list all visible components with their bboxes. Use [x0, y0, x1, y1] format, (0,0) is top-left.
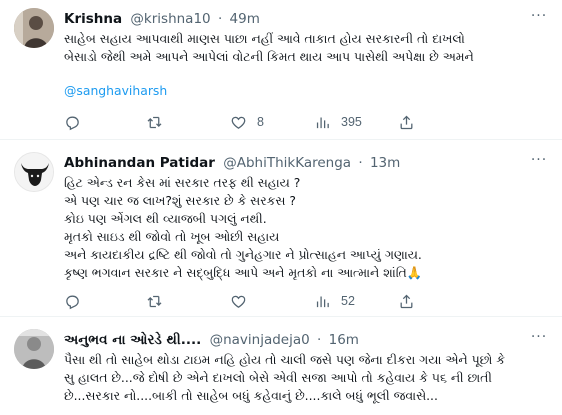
more-icon: ···: [530, 8, 548, 24]
more-options-button[interactable]: ···: [528, 329, 550, 347]
share-button[interactable]: [398, 291, 415, 311]
avatar-photo: [14, 8, 54, 48]
like-button[interactable]: [230, 291, 247, 311]
timestamp[interactable]: 49m: [230, 11, 260, 27]
tweet-header: Krishna @krishna10 · 49m: [64, 10, 522, 28]
tweet-text: સાહેબ સહાય આપવાથી માણસ પાછા નહીં આવે તાક…: [64, 30, 550, 100]
display-name[interactable]: Abhinandan Patidar: [64, 155, 215, 171]
more-options-button[interactable]: ···: [528, 152, 550, 170]
tweet-text-line: મૃતકો સાઇડ થી જોવો તો ખૂબ ઓછી સહાય: [64, 229, 280, 244]
tweet-feed: Krishna @krishna10 · 49m ··· સાહેબ સહાય …: [0, 0, 562, 415]
tweet-text-line: કૃષ્ણ ભગવાન સરકાર ને સદ્બુદ્ધિ આપે અને મ…: [64, 265, 423, 280]
tweet-text-line: બેસાડો જેથી અમે આપને આપેલાં વોટની કિમત થ…: [64, 49, 474, 64]
tweet-text: પૈસા થી તો સાહેબ થોડા ટાઇમ નહિ હોય તો ચા…: [64, 351, 550, 405]
retweet-button[interactable]: [146, 291, 173, 311]
retweet-icon: [147, 116, 162, 128]
avatar[interactable]: [14, 8, 54, 48]
display-name[interactable]: Krishna: [64, 11, 122, 27]
reply-icon: [66, 295, 79, 309]
tweet-text-line: સુ હાલત છે...જે દોષી છે એને દાખલો બેસે એ…: [64, 370, 492, 385]
reply-button[interactable]: [64, 291, 91, 311]
tweet-actions: 52: [58, 291, 458, 311]
avatar[interactable]: [14, 329, 54, 369]
tweet-actions: 8 395: [58, 112, 458, 132]
views-button[interactable]: 395: [314, 112, 362, 132]
avatar[interactable]: [14, 152, 54, 192]
tweet-text-line: હિટ એન્ડ રન કેસ માં સરકાર તરફ થી સહાય ?: [64, 175, 301, 190]
tweet-text-line: એ પણ ચાર જ લાખ?શું સરકાર છે કે સરકસ ?: [64, 193, 296, 208]
more-options-button[interactable]: ···: [528, 8, 550, 26]
tweet-text: હિટ એન્ડ રન કેસ માં સરકાર તરફ થી સહાય ? …: [64, 174, 550, 282]
like-icon: [231, 295, 246, 308]
views-button[interactable]: 52: [314, 291, 355, 311]
separator-dot: ·: [217, 11, 223, 27]
tweet-header: Abhinandan Patidar @AbhiThikKarenga · 13…: [64, 154, 522, 172]
like-icon: [231, 116, 246, 129]
tweet-text-line: સાહેબ સહાય આપવાથી માણસ પાછા નહીં આવે તાક…: [64, 31, 465, 46]
user-handle[interactable]: @AbhiThikKarenga: [223, 155, 351, 171]
tweet-header: અનુભવ ના ઓરડે થી.... @navinjadeja0 · 16m: [64, 331, 522, 349]
separator-dot: ·: [317, 332, 322, 348]
tweet-text-line: છે...સરકાર નો....બાકી તો સાહેબ બધું કહેવ…: [64, 388, 438, 403]
share-icon: [400, 294, 413, 308]
tweet[interactable]: અનુભવ ના ઓરડે થી.... @navinjadeja0 · 16m…: [0, 317, 562, 415]
retweet-icon: [147, 295, 162, 307]
like-button[interactable]: 8: [230, 112, 264, 132]
tweet-text-line: કોઇ પણ એંગલ થી વ્યાજબી પગલું નથી.: [64, 211, 267, 226]
tweet[interactable]: Abhinandan Patidar @AbhiThikKarenga · 13…: [0, 140, 562, 317]
reply-icon: [66, 116, 79, 130]
share-icon: [400, 115, 413, 129]
user-handle[interactable]: @krishna10: [130, 11, 210, 27]
more-icon: ···: [530, 329, 548, 345]
tweet-text-line: પૈસા થી તો સાહેબ થોડા ટાઇમ નહિ હોય તો ચા…: [64, 352, 505, 367]
bull-logo-avatar: [15, 153, 53, 191]
share-button[interactable]: [398, 112, 415, 132]
separator-dot: ·: [358, 155, 363, 171]
display-name[interactable]: અનુભવ ના ઓરડે થી....: [64, 332, 201, 348]
tweet-text-line: અને કાયદાકીય દ્રષ્ટિ થી જોવો તો ગુનેહગાર…: [64, 247, 422, 262]
tweet[interactable]: Krishna @krishna10 · 49m ··· સાહેબ સહાય …: [0, 0, 562, 140]
avatar-photo: [14, 329, 54, 369]
timestamp[interactable]: 16m: [329, 332, 359, 348]
retweet-button[interactable]: [146, 112, 173, 132]
reply-button[interactable]: [64, 112, 91, 132]
user-handle[interactable]: @navinjadeja0: [210, 332, 310, 348]
timestamp[interactable]: 13m: [370, 155, 400, 171]
more-icon: ···: [530, 152, 548, 168]
views-icon: [316, 296, 329, 307]
views-icon: [316, 117, 329, 128]
mention-link[interactable]: @sanghaviharsh: [64, 82, 550, 100]
